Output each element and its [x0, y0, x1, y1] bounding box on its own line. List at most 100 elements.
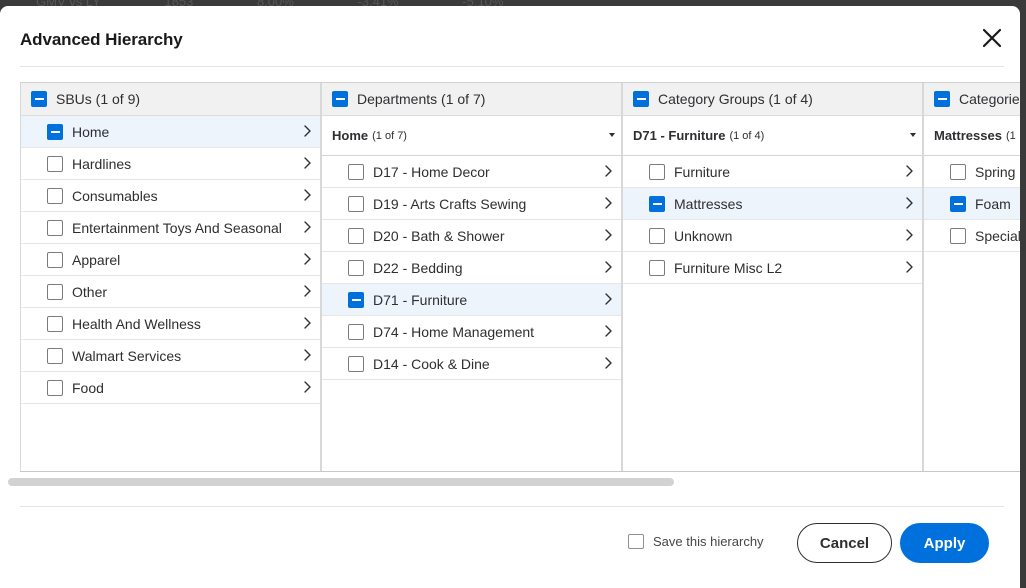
- item-checkbox[interactable]: [950, 227, 966, 244]
- list-item[interactable]: Apparel: [21, 244, 320, 276]
- list-item[interactable]: Food: [21, 372, 320, 404]
- item-label: Mattresses: [674, 195, 743, 212]
- item-checkbox[interactable]: [348, 355, 364, 372]
- item-checkbox[interactable]: [649, 163, 665, 180]
- cancel-button[interactable]: Cancel: [797, 523, 892, 563]
- category-group-parent-dropdown[interactable]: D71 - Furniture (1 of 4): [623, 116, 922, 156]
- list-item[interactable]: Unknown: [623, 220, 922, 252]
- save-hierarchy-label: Save this hierarchy: [653, 534, 764, 549]
- sbu-list: Home Hardlines Consumables Entertainment To…: [21, 116, 320, 404]
- item-checkbox[interactable]: [348, 259, 364, 276]
- item-checkbox[interactable]: [47, 347, 63, 364]
- list-item[interactable]: D74 - Home Management: [322, 316, 621, 348]
- list-item[interactable]: Furniture: [623, 156, 922, 188]
- category-parent-dropdown[interactable]: Mattresses (1: [924, 116, 1020, 156]
- item-label: D22 - Bedding: [373, 259, 463, 276]
- item-checkbox[interactable]: [348, 291, 364, 308]
- item-checkbox[interactable]: [47, 155, 63, 172]
- item-label: Home: [72, 123, 110, 140]
- item-checkbox[interactable]: [950, 163, 966, 180]
- item-checkbox[interactable]: [47, 315, 63, 332]
- chevron-right-icon: [906, 229, 913, 241]
- category-group-parent-label: D71 - Furniture: [633, 128, 726, 143]
- item-checkbox[interactable]: [47, 219, 63, 236]
- list-item[interactable]: D19 - Arts Crafts Sewing: [322, 188, 621, 220]
- item-label: Other: [72, 283, 108, 300]
- list-item[interactable]: D22 - Bedding: [322, 252, 621, 284]
- chevron-right-icon: [906, 197, 913, 209]
- apply-button[interactable]: Apply: [900, 523, 989, 563]
- item-checkbox[interactable]: [649, 195, 665, 212]
- chevron-right-icon: [605, 261, 612, 273]
- category-column-header: Categories: [924, 83, 1020, 116]
- chevron-right-icon: [605, 197, 612, 209]
- horizontal-scrollbar[interactable]: [8, 478, 1012, 486]
- item-label: D20 - Bath & Shower: [373, 227, 505, 244]
- chevron-right-icon: [605, 293, 612, 305]
- department-column-header: Departments (1 of 7): [322, 83, 621, 116]
- category-group-column-title: Category Groups (1 of 4): [658, 91, 813, 107]
- save-hierarchy-checkbox[interactable]: [628, 534, 644, 549]
- list-item[interactable]: Furniture Misc L2: [623, 252, 922, 284]
- item-label: Apparel: [72, 251, 121, 268]
- item-label: Consumables: [72, 187, 158, 204]
- list-item[interactable]: Health And Wellness: [21, 308, 320, 340]
- item-checkbox[interactable]: [649, 227, 665, 244]
- category-column-title: Categories: [959, 91, 1020, 107]
- category-group-column: Category Groups (1 of 4) D71 - Furniture…: [622, 83, 923, 471]
- caret-down-icon: [910, 133, 916, 137]
- list-item[interactable]: Spring: [924, 156, 1020, 188]
- item-checkbox[interactable]: [47, 283, 63, 300]
- chevron-right-icon: [304, 189, 311, 201]
- category-group-select-all-checkbox[interactable]: [633, 91, 649, 107]
- list-item[interactable]: D17 - Home Decor: [322, 156, 621, 188]
- item-checkbox[interactable]: [348, 323, 364, 340]
- close-button[interactable]: [978, 24, 1006, 52]
- department-column-title: Departments (1 of 7): [357, 91, 486, 107]
- item-checkbox[interactable]: [348, 195, 364, 212]
- list-item[interactable]: Consumables: [21, 180, 320, 212]
- list-item[interactable]: Other: [21, 276, 320, 308]
- list-item[interactable]: D20 - Bath & Shower: [322, 220, 621, 252]
- item-checkbox[interactable]: [649, 259, 665, 276]
- save-hierarchy-option[interactable]: Save this hierarchy: [628, 534, 764, 549]
- list-item[interactable]: Entertainment Toys And Seasonal: [21, 212, 320, 244]
- item-label: Speciali: [975, 227, 1020, 244]
- item-checkbox[interactable]: [950, 195, 966, 212]
- category-list: Spring Foam Speciali: [924, 156, 1020, 252]
- category-group-parent-count: (1 of 4): [729, 129, 765, 142]
- item-label: D71 - Furniture: [373, 291, 468, 308]
- item-label: D74 - Home Management: [373, 323, 535, 340]
- chevron-right-icon: [304, 253, 311, 265]
- item-checkbox[interactable]: [47, 123, 63, 140]
- hierarchy-columns: SBUs (1 of 9) Home Hardlines Consumables En…: [20, 82, 1020, 472]
- department-select-all-checkbox[interactable]: [332, 91, 348, 107]
- list-item[interactable]: Hardlines: [21, 148, 320, 180]
- sbu-select-all-checkbox[interactable]: [31, 91, 47, 107]
- chevron-right-icon: [605, 165, 612, 177]
- category-group-list: Furniture Mattresses Unknown Furniture Misc…: [623, 156, 922, 284]
- scrollbar-thumb[interactable]: [8, 478, 674, 486]
- sbu-column: SBUs (1 of 9) Home Hardlines Consumables En…: [20, 83, 321, 471]
- list-item[interactable]: D14 - Cook & Dine: [322, 348, 621, 380]
- item-checkbox[interactable]: [348, 227, 364, 244]
- department-column: Departments (1 of 7) Home (1 of 7) D17 -…: [321, 83, 622, 471]
- chevron-right-icon: [304, 285, 311, 297]
- item-label: D19 - Arts Crafts Sewing: [373, 195, 527, 212]
- list-item[interactable]: Foam: [924, 188, 1020, 220]
- list-item[interactable]: Mattresses: [623, 188, 922, 220]
- item-checkbox[interactable]: [47, 251, 63, 268]
- list-item[interactable]: Speciali: [924, 220, 1020, 252]
- category-select-all-checkbox[interactable]: [934, 91, 950, 107]
- department-parent-dropdown[interactable]: Home (1 of 7): [322, 116, 621, 156]
- item-checkbox[interactable]: [47, 187, 63, 204]
- item-checkbox[interactable]: [47, 379, 63, 396]
- header-divider: [20, 66, 1004, 67]
- list-item[interactable]: Home: [21, 116, 320, 148]
- category-parent-count: (1: [1005, 129, 1016, 142]
- item-label: Foam: [975, 195, 1011, 212]
- item-checkbox[interactable]: [348, 163, 364, 180]
- item-label: Furniture: [674, 163, 731, 180]
- list-item[interactable]: Walmart Services: [21, 340, 320, 372]
- list-item[interactable]: D71 - Furniture: [322, 284, 621, 316]
